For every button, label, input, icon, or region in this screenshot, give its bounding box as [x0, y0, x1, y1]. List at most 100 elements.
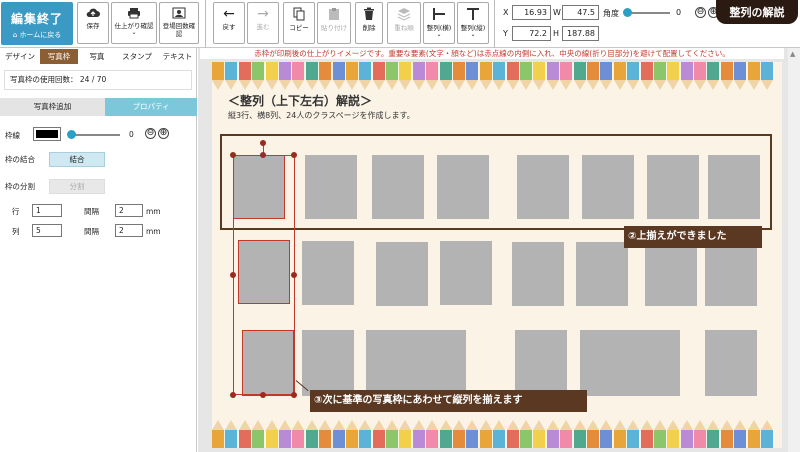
photo-frame[interactable] — [515, 330, 567, 396]
col-input[interactable]: 5 — [32, 224, 62, 237]
col-gap-input[interactable]: 2 — [115, 224, 143, 237]
frame-usage-value: 24 / 70 — [79, 75, 107, 84]
resize-handle[interactable] — [230, 272, 236, 278]
rotate-handle[interactable] — [260, 140, 266, 146]
selected-frame-outline[interactable] — [242, 330, 294, 396]
photo-frame[interactable] — [366, 330, 466, 396]
pencil-border-top — [212, 62, 782, 90]
vertical-scrollbar[interactable]: ▲ — [788, 48, 800, 452]
pencil-decoration — [546, 420, 559, 448]
pencil-decoration — [345, 62, 358, 90]
tab-design[interactable]: デザイン — [0, 49, 40, 64]
selected-frame-outline[interactable] — [238, 240, 290, 304]
photo-frame[interactable] — [512, 242, 564, 306]
tab-photo[interactable]: 写真 — [78, 49, 116, 64]
selected-frame-outline[interactable] — [233, 155, 285, 219]
pencil-decoration — [506, 420, 519, 448]
scroll-up-icon[interactable]: ▲ — [790, 50, 795, 58]
align-horizontal-button[interactable]: 整列(横) ⌄ — [423, 2, 455, 44]
subtab-properties[interactable]: プロパティ — [105, 98, 197, 116]
trash-icon — [364, 7, 374, 20]
photo-frame[interactable] — [705, 330, 757, 396]
callout-align-columns: ③次に基準の写真枠にあわせて縦列を揃えます — [310, 390, 587, 412]
finish-edit-button[interactable]: 編集終了 ⌂ ホームに戻る — [1, 2, 73, 45]
row-gap-label: 間隔 — [84, 207, 99, 216]
pencil-decoration — [560, 420, 573, 448]
resize-handle[interactable] — [291, 152, 297, 158]
photo-frame[interactable] — [580, 330, 680, 396]
print-check-button[interactable]: 仕上がり確認 ⌄ — [111, 2, 157, 44]
pencil-decoration — [653, 420, 666, 448]
row-label: 行 — [12, 207, 20, 216]
angle-slider-knob[interactable] — [623, 8, 632, 17]
resize-handle[interactable] — [260, 152, 266, 158]
delete-button[interactable]: 削除 — [355, 2, 383, 44]
pencil-decoration — [533, 420, 546, 448]
photo-frame[interactable] — [302, 241, 354, 305]
angle-label: 角度 — [603, 9, 619, 18]
home-link[interactable]: ⌂ ホームに戻る — [1, 30, 73, 40]
chevron-down-icon: ⌄ — [436, 31, 442, 38]
pencil-decoration — [667, 420, 680, 448]
border-color-swatch[interactable] — [33, 127, 61, 141]
row-gap-input[interactable]: 2 — [115, 204, 143, 217]
split-label: 枠の分割 — [5, 182, 35, 191]
pencil-decoration — [466, 62, 479, 90]
pencil-decoration — [426, 62, 439, 90]
photo-frame[interactable] — [647, 155, 699, 219]
photo-frame[interactable] — [305, 155, 357, 219]
pencil-decoration — [734, 420, 747, 448]
x-input[interactable]: 16.93 — [512, 5, 551, 20]
y-input[interactable]: 72.2 — [512, 26, 551, 41]
split-button[interactable]: 分割 — [49, 179, 105, 194]
align-vertical-button[interactable]: 整列(縦) ⌄ — [457, 2, 489, 44]
pencil-decoration — [680, 420, 693, 448]
photo-frame[interactable] — [440, 241, 492, 305]
photo-frame[interactable] — [708, 155, 760, 219]
photo-frame[interactable] — [582, 155, 634, 219]
subtab-add-frame[interactable]: 写真枠追加 — [0, 98, 105, 116]
pencil-decoration — [225, 420, 238, 448]
h-input[interactable]: 187.88 — [562, 26, 599, 41]
resize-handle[interactable] — [230, 152, 236, 158]
panel-tabs: デザイン 写真枠 写真 スタンプ テキスト — [0, 49, 197, 64]
photo-frame[interactable] — [517, 155, 569, 219]
angle-slider[interactable] — [623, 8, 670, 17]
redo-button[interactable]: → 進む — [247, 2, 279, 44]
undo-button[interactable]: ← 戻す — [213, 2, 245, 44]
pencil-decoration — [613, 420, 626, 448]
pencil-decoration — [761, 420, 774, 448]
photo-frame[interactable] — [376, 242, 428, 306]
merge-button[interactable]: 結合 — [49, 152, 105, 167]
tab-text[interactable]: テキスト — [158, 49, 197, 64]
border-width-slider-knob[interactable] — [67, 130, 76, 139]
resize-handle[interactable] — [260, 392, 266, 398]
home-icon: ⌂ — [12, 31, 18, 39]
photo-frame[interactable] — [705, 244, 757, 306]
toolbar-divider — [494, 0, 495, 48]
border-increase-button[interactable]: ⊕ — [158, 128, 169, 139]
photo-frame[interactable] — [437, 155, 489, 219]
photo-frame[interactable] — [372, 155, 424, 219]
pencil-decoration — [252, 62, 265, 90]
tab-stamp[interactable]: スタンプ — [116, 49, 158, 64]
pencil-decoration — [372, 420, 385, 448]
border-decrease-button[interactable]: ⊖ — [145, 128, 156, 139]
rotate-left-button[interactable]: ⊖ — [695, 7, 706, 18]
photo-frame[interactable] — [645, 244, 697, 306]
row-input[interactable]: 1 — [32, 204, 62, 217]
stack-order-button[interactable]: 重ね順 — [387, 2, 421, 44]
paste-button[interactable]: 貼り付け — [317, 2, 351, 44]
save-button[interactable]: 保存 — [77, 2, 109, 44]
photo-frame[interactable] — [576, 242, 628, 306]
pencil-decoration — [332, 62, 345, 90]
w-input[interactable]: 47.5 — [562, 5, 599, 20]
resize-handle[interactable] — [230, 392, 236, 398]
resize-handle[interactable] — [291, 392, 297, 398]
border-width-slider[interactable] — [67, 130, 120, 139]
photo-frame[interactable] — [302, 330, 354, 396]
copy-button[interactable]: コピー — [283, 2, 315, 44]
appearance-count-button[interactable]: 登場回数確認 — [159, 2, 199, 44]
tab-photo-frame[interactable]: 写真枠 — [40, 49, 78, 64]
resize-handle[interactable] — [291, 272, 297, 278]
